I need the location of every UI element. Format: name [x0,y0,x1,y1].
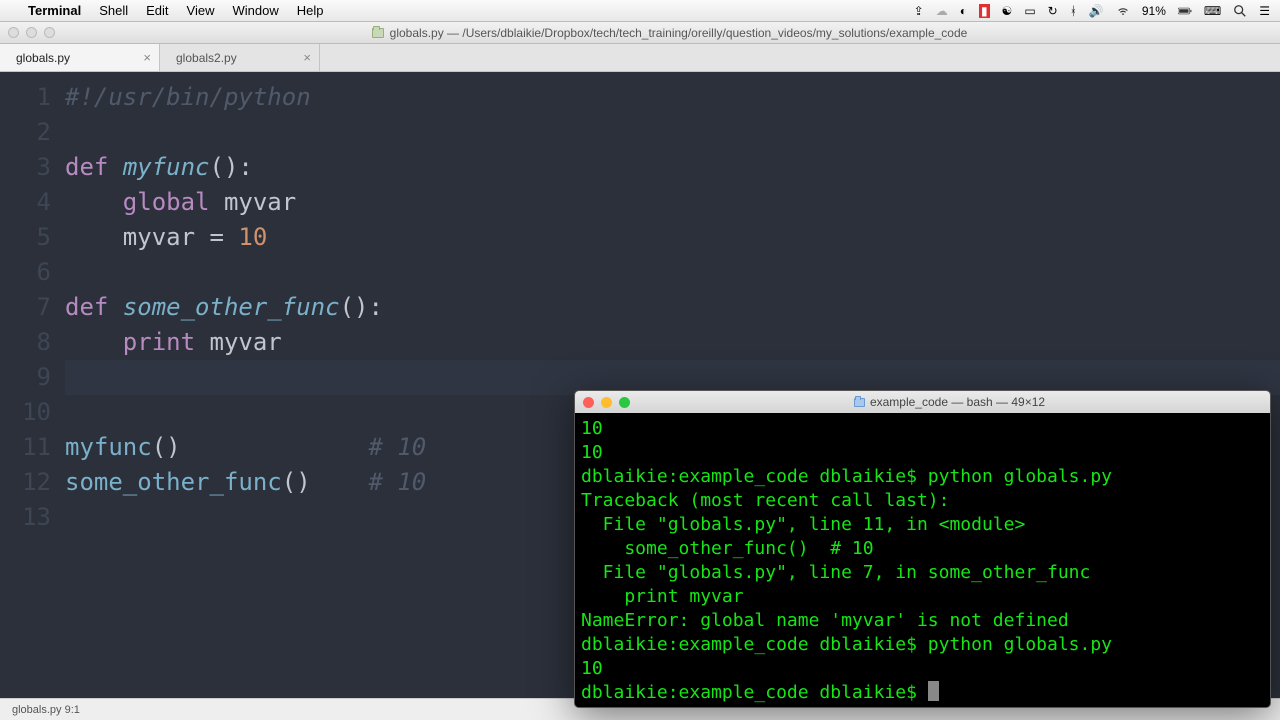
tab-label: globals.py [16,51,70,65]
minimize-button[interactable] [26,27,37,38]
menu-help[interactable]: Help [297,3,324,18]
window-title: globals.py — /Users/dblaikie/Dropbox/tec… [390,26,968,40]
wifi-icon[interactable] [1116,4,1130,18]
tab-label: globals2.py [176,51,237,65]
editor-titlebar: globals.py — /Users/dblaikie/Dropbox/tec… [0,22,1280,44]
term-line: 10 [581,418,603,439]
tabbar: globals.py × globals2.py × [0,44,1280,72]
app-name[interactable]: Terminal [28,3,81,18]
close-icon[interactable]: × [143,50,151,65]
term-line: File "globals.py", line 7, in some_other… [581,562,1090,583]
timemachine-icon[interactable]: ↻ [1048,4,1058,18]
close-icon[interactable]: × [303,50,311,65]
battery-icon[interactable] [1178,4,1192,18]
battery-percent: 91% [1142,4,1166,18]
tab-globals[interactable]: globals.py × [0,44,160,71]
line-gutter: 123 456 789 101112 13 [0,72,65,694]
term-line: 10 [581,442,603,463]
yin-yang-icon[interactable]: ☯ [1002,4,1013,18]
term-line: print myvar [581,586,744,607]
terminal-body[interactable]: 10 10 dblaikie:example_code dblaikie$ py… [575,413,1270,708]
terminal-titlebar[interactable]: example_code — bash — 49×12 [575,391,1270,413]
terminal-title: example_code — bash — 49×12 [870,395,1045,409]
tab-globals2[interactable]: globals2.py × [160,44,320,71]
spotlight-icon[interactable] [1233,4,1247,18]
folder-icon [854,398,865,407]
dropbox-icon[interactable]: ⇪ [914,4,924,18]
zoom-button[interactable] [619,397,630,408]
bluetooth-icon[interactable]: ᚼ [1070,4,1077,18]
menu-shell[interactable]: Shell [99,3,128,18]
term-line: Traceback (most recent call last): [581,490,949,511]
term-line: File "globals.py", line 11, in <module> [581,514,1025,535]
cloud-icon[interactable]: ☁ [936,4,948,18]
term-line: dblaikie:example_code dblaikie$ python g… [581,466,1112,487]
close-button[interactable] [583,397,594,408]
term-line: dblaikie:example_code dblaikie$ python g… [581,634,1112,655]
close-button[interactable] [8,27,19,38]
menubar-status-area: ⇪ ☁ ◐ ▮ ☯ ▭ ↻ ᚼ 🔊 91% ⌨ ☰ [914,4,1270,18]
minimize-button[interactable] [601,397,612,408]
red-square-icon[interactable]: ▮ [979,4,990,18]
term-line: NameError: global name 'myvar' is not de… [581,610,1069,631]
keyboard-icon[interactable]: ⌨ [1204,4,1221,18]
term-line: dblaikie:example_code dblaikie$ [581,682,928,703]
display-icon[interactable]: ▭ [1024,4,1035,18]
term-line: some_other_func() # 10 [581,538,874,559]
menu-view[interactable]: View [187,3,215,18]
menu-window[interactable]: Window [233,3,279,18]
cursor [928,681,939,701]
file-icon [372,28,384,38]
status-text: globals.py 9:1 [12,704,80,716]
macos-menubar: Terminal Shell Edit View Window Help ⇪ ☁… [0,0,1280,22]
term-line: 10 [581,658,603,679]
terminal-window[interactable]: example_code — bash — 49×12 10 10 dblaik… [574,390,1271,708]
zoom-button[interactable] [44,27,55,38]
traffic-lights [8,27,55,38]
menu-edit[interactable]: Edit [146,3,168,18]
circle-icon[interactable]: ◐ [960,4,967,18]
volume-icon[interactable]: 🔊 [1089,4,1104,18]
notifications-icon[interactable]: ☰ [1259,4,1270,18]
